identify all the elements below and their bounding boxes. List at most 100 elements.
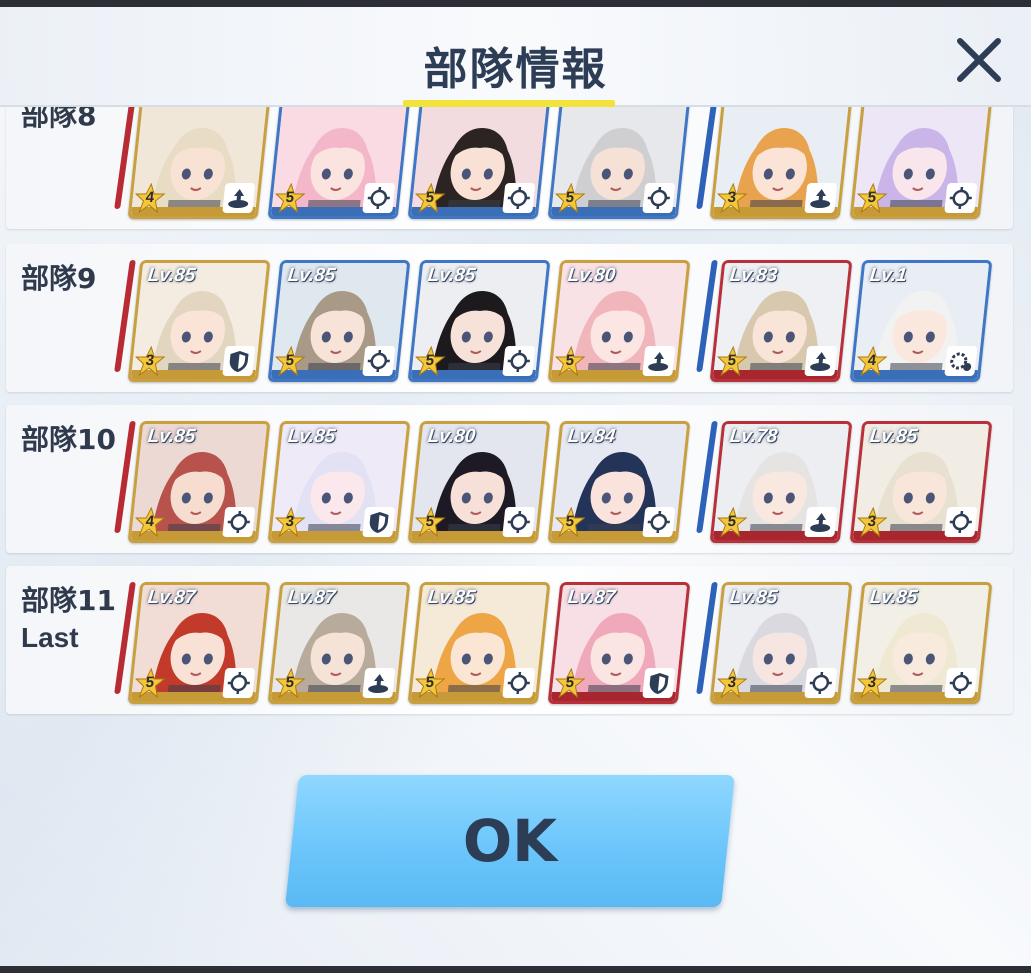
level-label: Lv.85 [286,426,337,447]
squad-list[interactable]: 部隊8 4 5 5 5 3 5 部隊9 Lv.85 3 Lv.85 5 Lv.85 5 Lv.80 5 Lv.8… [0,107,1031,727]
star-count: 5 [564,352,575,369]
student-card[interactable]: Lv.1 4 [849,260,993,382]
student-card[interactable]: 5 [267,107,411,219]
heal-role-icon [222,183,256,213]
star-icon: 5 [413,182,446,214]
student-card[interactable]: 5 [407,107,551,219]
star-icon: 5 [273,667,306,699]
student-card[interactable]: Lv.85 3 [849,421,993,543]
star-count: 5 [284,674,295,691]
star-icon: 5 [855,182,888,214]
star-count: 3 [284,513,295,530]
attack-role-icon [362,183,396,213]
squad-label: 部隊9 [21,262,97,295]
level-label: Lv.85 [146,426,197,447]
star-icon: 4 [133,182,166,214]
star-icon: 3 [715,182,748,214]
star-count: 5 [284,352,295,369]
star-count: 3 [144,352,155,369]
squad-label: 部隊10 [21,423,116,456]
student-card[interactable]: 3 [709,107,853,219]
star-count: 5 [564,513,575,530]
star-icon: 4 [133,506,166,538]
level-label: Lv.85 [286,265,337,286]
star-count: 4 [144,189,155,206]
student-card[interactable]: Lv.85 3 [849,582,993,704]
star-icon: 3 [133,345,166,377]
squad-label: 部隊8 [21,107,97,132]
star-count: 3 [866,674,877,691]
student-card[interactable]: Lv.85 5 [267,260,411,382]
ok-button[interactable] [285,775,735,907]
squad-row: 部隊11 Last Lv.87 5 Lv.87 5 Lv.85 5 Lv.87 5 Lv.85 3 Lv… [6,566,1013,714]
tank-role-icon [642,668,676,698]
star-count: 5 [866,189,877,206]
student-card[interactable]: Lv.85 5 [407,582,551,704]
star-count: 5 [564,674,575,691]
level-label: Lv.85 [426,587,477,608]
level-label: Lv.87 [286,587,337,608]
student-card[interactable]: Lv.85 4 [127,421,271,543]
squad-row: 部隊8 4 5 5 5 3 5 [6,107,1013,229]
student-card[interactable]: Lv.84 5 [547,421,691,543]
star-icon: 5 [553,667,586,699]
student-card[interactable]: 5 [849,107,993,219]
star-icon: 3 [855,506,888,538]
student-card[interactable]: Lv.85 5 [407,260,551,382]
student-card[interactable]: Lv.83 5 [709,260,853,382]
star-icon: 5 [553,345,586,377]
dialog-header: 部隊情報 [0,7,1031,107]
heal-role-icon [804,346,838,376]
star-count: 5 [564,189,575,206]
attack-role-icon [502,346,536,376]
student-card[interactable]: Lv.87 5 [127,582,271,704]
star-count: 5 [284,189,295,206]
level-label: Lv.85 [728,587,779,608]
student-card[interactable]: Lv.80 5 [547,260,691,382]
star-count: 3 [726,674,737,691]
star-icon: 5 [553,182,586,214]
student-card[interactable]: 4 [127,107,271,219]
student-card[interactable]: Lv.87 5 [267,582,411,704]
student-card[interactable]: Lv.85 3 [267,421,411,543]
star-icon: 5 [715,506,748,538]
star-count: 5 [726,513,737,530]
close-button[interactable] [948,29,1010,91]
student-card[interactable]: 5 [547,107,691,219]
star-count: 3 [726,189,737,206]
star-icon: 3 [273,506,306,538]
close-icon [957,38,1001,82]
star-icon: 4 [855,345,888,377]
star-icon: 5 [413,667,446,699]
star-count: 4 [144,513,155,530]
squad-label: 部隊11 [21,584,116,617]
level-label: Lv.80 [426,426,477,447]
heal-role-icon [362,668,396,698]
attack-role-icon [502,183,536,213]
attack-role-icon [642,183,676,213]
star-count: 5 [424,352,435,369]
attack-role-icon [362,346,396,376]
attack-role-icon [944,507,978,537]
student-card[interactable]: Lv.87 5 [547,582,691,704]
star-count: 5 [424,674,435,691]
student-card[interactable]: Lv.85 3 [709,582,853,704]
star-icon: 5 [553,506,586,538]
bottom-edge [0,966,1031,973]
squad-sublabel: Last [21,622,79,653]
star-icon: 3 [715,667,748,699]
squad-row: 部隊10 Lv.85 4 Lv.85 3 Lv.80 5 Lv.84 5 Lv.78 5 Lv.85 3 [6,405,1013,553]
level-label: Lv.87 [566,587,617,608]
star-count: 5 [726,352,737,369]
squad-row: 部隊9 Lv.85 3 Lv.85 5 Lv.85 5 Lv.80 5 Lv.83 5 Lv.1 4 [6,244,1013,392]
student-card[interactable]: Lv.78 5 [709,421,853,543]
student-card[interactable]: Lv.85 3 [127,260,271,382]
student-card[interactable]: Lv.80 5 [407,421,551,543]
title-underline [403,100,615,107]
star-count: 5 [424,513,435,530]
star-icon: 3 [855,667,888,699]
level-label: Lv.87 [146,587,197,608]
level-label: Lv.80 [566,265,617,286]
dialog-title: 部隊情報 [423,44,608,95]
level-label: Lv.85 [868,587,919,608]
